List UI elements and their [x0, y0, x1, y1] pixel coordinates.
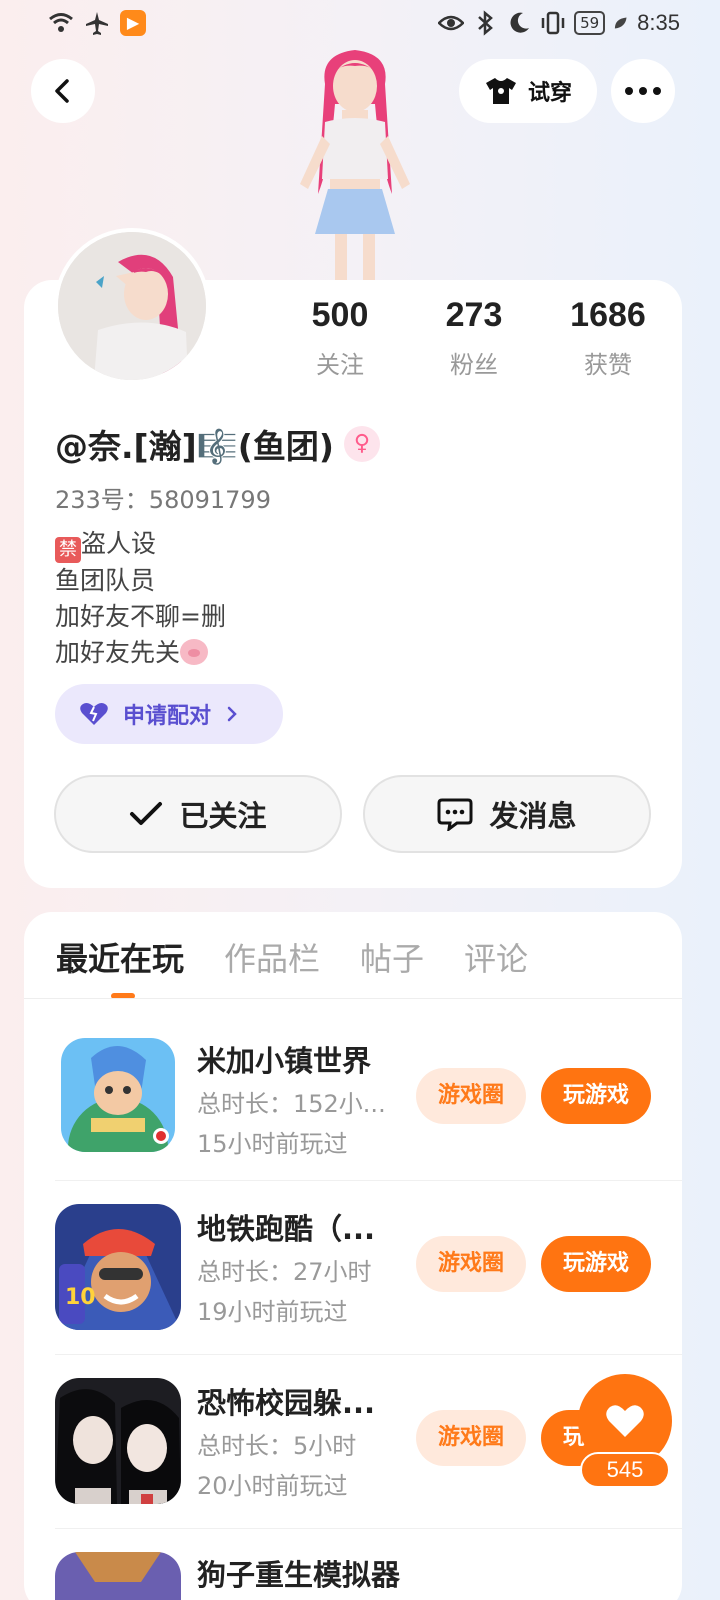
svg-text:10: 10	[65, 1285, 96, 1310]
chevron-left-icon	[55, 79, 69, 103]
prohibited-icon: 禁	[55, 537, 81, 563]
game-title: 狗子重生模拟器	[197, 1558, 401, 1592]
checkmark-icon	[130, 802, 163, 825]
tab-posts[interactable]: 帖子	[360, 934, 424, 980]
game-icon-dog-rebirth	[55, 1552, 181, 1600]
play-game-button[interactable]: 玩游戏	[541, 1236, 651, 1292]
more-options-button[interactable]	[611, 59, 675, 123]
airplane-icon	[86, 12, 108, 35]
bio: 禁盗人设 鱼团队员 加好友不聊=删 加好友先关	[55, 526, 226, 671]
stat-likes[interactable]: 1686 获赞	[553, 296, 663, 380]
game-duration: 总时长：152小...	[197, 1090, 386, 1118]
leaf-icon	[615, 17, 627, 29]
fans-count: 273	[445, 296, 503, 334]
game-last-played: 20小时前玩过	[197, 1472, 348, 1500]
game-icon-horror-school	[55, 1378, 181, 1504]
bio-line: 禁盗人设	[55, 526, 226, 563]
tab-comments[interactable]: 评论	[464, 934, 528, 980]
game-icon-miga	[61, 1038, 175, 1152]
username: @奈.[瀚]🎼(鱼团) ♀	[55, 420, 380, 468]
status-bar: ▶ 59 8:35	[0, 0, 720, 50]
bio-line: 加好友不聊=删	[55, 602, 226, 631]
game-circle-button[interactable]: 游戏圈	[416, 1236, 526, 1292]
request-pair-label: 申请配对	[123, 704, 212, 729]
game-circle-button[interactable]: 游戏圈	[416, 1410, 526, 1466]
wifi-icon	[49, 13, 73, 32]
heart-pair-icon	[80, 703, 108, 725]
moon-icon	[510, 12, 530, 33]
game-circle-button[interactable]: 游戏圈	[416, 1068, 526, 1124]
game-row[interactable]: 10 地铁跑酷（... 总时长：27小时 19小时前玩过 游戏圈 玩游戏	[55, 1204, 682, 1376]
game-title: 恐怖校园躲...	[197, 1386, 376, 1420]
game-duration: 总时长：5小时	[197, 1432, 357, 1460]
profile-tabs: 最近在玩 作品栏 帖子 评论	[56, 934, 528, 980]
send-message-button[interactable]: 发消息	[363, 775, 651, 853]
divider	[55, 1528, 682, 1529]
stat-following[interactable]: 500 关注	[285, 296, 395, 380]
username-text: @奈.[瀚]🎼(鱼团)	[55, 427, 334, 466]
back-button[interactable]	[31, 59, 95, 123]
send-message-label: 发消息	[489, 799, 577, 833]
game-row[interactable]: 狗子重生模拟器	[55, 1552, 682, 1600]
game-row[interactable]: 米加小镇世界 总时长：152小... 15小时前玩过 游戏圈 玩游戏	[55, 1038, 682, 1208]
game-last-played: 15小时前玩过	[197, 1130, 348, 1158]
clock: 8:35	[637, 10, 680, 35]
bluetooth-icon	[478, 10, 493, 36]
divider	[55, 1180, 682, 1181]
profile-stats: 500 关注 273 粉丝 1686 获赞	[300, 296, 660, 386]
likes-label: 获赞	[584, 351, 632, 379]
user-id: 233号：58091799	[55, 486, 271, 514]
avatar-3d-figure	[280, 44, 430, 284]
game-duration: 总时长：27小时	[197, 1258, 372, 1286]
like-count-badge: 545	[580, 1452, 670, 1488]
pig-emoji-icon	[180, 639, 209, 665]
heart-icon	[606, 1405, 644, 1437]
divider	[55, 1354, 682, 1355]
game-icon-subway: 10	[55, 1204, 181, 1330]
tab-works[interactable]: 作品栏	[224, 934, 320, 980]
message-bubble-icon	[437, 798, 473, 831]
request-pair-button[interactable]: 申请配对	[55, 684, 283, 744]
eye-icon	[438, 15, 465, 31]
female-gender-icon: ♀	[343, 426, 380, 462]
tab-recently-played[interactable]: 最近在玩	[56, 934, 184, 980]
try-on-label: 试穿	[527, 81, 572, 106]
more-dots-icon	[625, 87, 661, 95]
fans-label: 粉丝	[450, 351, 498, 379]
vibrate-icon	[541, 11, 565, 35]
bio-line: 加好友先关	[55, 635, 226, 671]
followed-button[interactable]: 已关注	[54, 775, 342, 853]
chevron-right-icon	[227, 706, 237, 722]
bio-line: 鱼团队员	[55, 566, 156, 595]
game-last-played: 19小时前玩过	[197, 1298, 348, 1326]
divider	[24, 998, 682, 999]
avatar[interactable]	[54, 228, 210, 384]
try-on-button[interactable]: 试穿	[459, 59, 597, 123]
tshirt-icon	[485, 78, 516, 104]
play-game-button[interactable]: 玩游戏	[541, 1068, 651, 1124]
stat-fans[interactable]: 273 粉丝	[419, 296, 529, 380]
likes-count: 1686	[570, 296, 646, 334]
game-title: 米加小镇世界	[197, 1044, 372, 1078]
battery-indicator: 59	[574, 11, 606, 35]
following-count: 500	[311, 296, 369, 334]
following-label: 关注	[316, 351, 364, 379]
game-title: 地铁跑酷（...	[197, 1212, 376, 1246]
followed-label: 已关注	[179, 799, 267, 833]
app-notification-icon: ▶	[120, 10, 146, 36]
